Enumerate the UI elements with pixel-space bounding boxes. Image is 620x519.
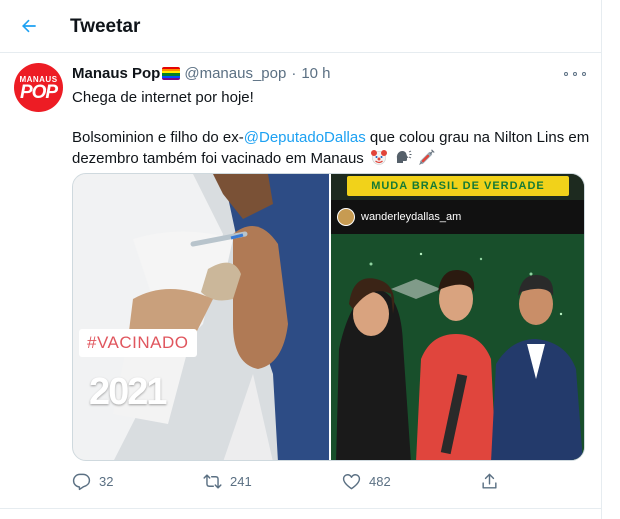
tweet-meta: Manaus Pop @manaus_pop · 10 h	[72, 65, 331, 82]
reply-count: 32	[99, 474, 114, 489]
rainbow-flag-icon	[162, 67, 181, 80]
page-title: Tweetar	[70, 16, 141, 37]
banner-text: MUDA BRASIL DE VERDADE	[371, 180, 545, 192]
tweet-line-1: Chega de internet por hoje!	[72, 89, 254, 106]
media-banner: MUDA BRASIL DE VERDADE	[331, 174, 584, 200]
avatar[interactable]: MANAUS POP	[14, 63, 63, 112]
share-button[interactable]	[480, 472, 499, 491]
tweet-text: Chega de internet por hoje! Bolsominion …	[72, 88, 592, 169]
media-photo-graduation[interactable]: MUDA BRASIL DE VERDADE wanderleydallas_a…	[331, 174, 584, 460]
retweet-button[interactable]: 241	[203, 472, 252, 491]
share-icon	[482, 473, 497, 489]
tweet-media[interactable]: #VACINADO 2021 MUDA BRASIL DE VERDADE wa…	[72, 173, 585, 461]
speaking-head-emoji-icon	[396, 150, 412, 163]
reply-icon	[72, 473, 91, 491]
tweet-time[interactable]: 10 h	[301, 65, 330, 82]
retweet-count: 241	[230, 474, 252, 489]
clown-emoji-icon	[370, 150, 387, 165]
like-icon	[342, 474, 361, 490]
like-count: 482	[369, 474, 391, 489]
story-username: wanderleydallas_am	[361, 211, 462, 223]
story-avatar	[337, 208, 355, 226]
tweet-paragraph: Bolsominion e filho do ex-@DeputadoDalla…	[72, 128, 592, 169]
vaccination-scene-image	[73, 174, 329, 460]
meta-separator: ·	[291, 65, 297, 82]
year-sticker: 2021	[89, 371, 168, 413]
back-arrow-icon	[22, 19, 36, 33]
more-icon[interactable]	[564, 66, 586, 82]
vacinado-tag: #VACINADO	[79, 329, 197, 357]
page-header: Tweetar	[0, 0, 602, 53]
media-photo-vaccination[interactable]: #VACINADO 2021	[73, 174, 329, 460]
retweet-icon	[203, 474, 222, 489]
tweet[interactable]: MANAUS POP Manaus Pop @manaus_pop · 10 h…	[0, 53, 602, 509]
author-handle[interactable]: @manaus_pop	[184, 65, 286, 82]
reply-button[interactable]: 32	[72, 472, 113, 491]
author-name[interactable]: Manaus Pop	[72, 65, 160, 82]
like-button[interactable]: 482	[342, 472, 391, 491]
story-header: wanderleydallas_am	[331, 200, 584, 234]
tweet-actions: 32 241 482	[72, 472, 512, 496]
syringe-emoji-icon	[419, 149, 435, 165]
back-button[interactable]	[12, 9, 46, 43]
avatar-text-main: POP	[19, 82, 58, 103]
tweet-text-part-1: Bolsominion e filho do ex-	[72, 129, 244, 146]
main-column: Tweetar MANAUS POP Manaus Pop @manaus_po…	[0, 0, 602, 519]
mention-link[interactable]: @DeputadoDallas	[244, 129, 366, 146]
